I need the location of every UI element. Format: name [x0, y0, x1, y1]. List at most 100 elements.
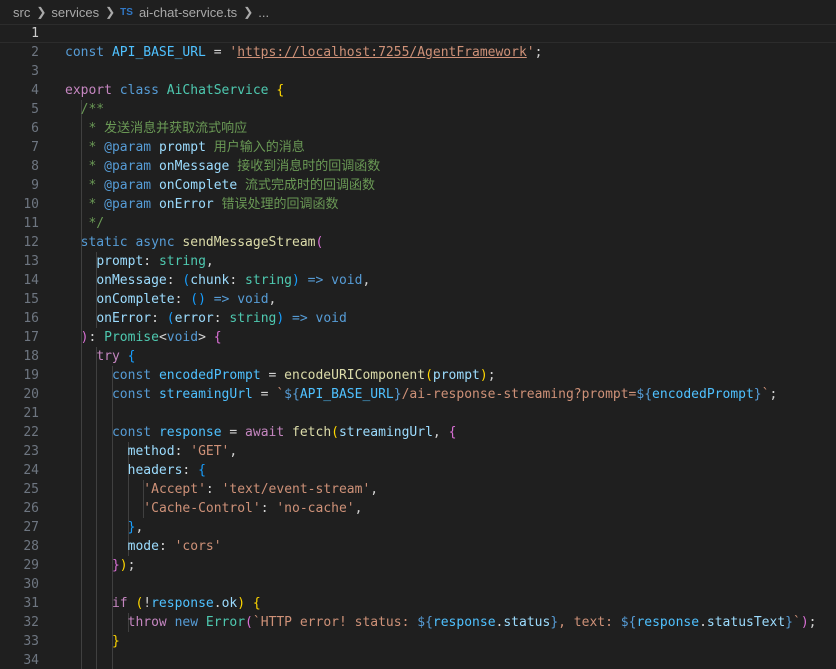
- code-line[interactable]: 28 mode: 'cors': [0, 537, 836, 556]
- code-token: response: [636, 615, 700, 630]
- code-line[interactable]: 2 const API_BASE_URL = 'https://localhost…: [0, 43, 836, 62]
- chevron-right-icon: ❯: [243, 5, 254, 19]
- code-line[interactable]: 14 onMessage: (chunk: string) => void,: [0, 271, 836, 290]
- code-line[interactable]: 3: [0, 62, 836, 81]
- code-token: :: [229, 273, 246, 288]
- line-number[interactable]: 21: [0, 404, 39, 423]
- line-number[interactable]: 25: [0, 480, 39, 499]
- code-line[interactable]: 22 const response = await fetch(streaming…: [0, 423, 836, 442]
- code-line[interactable]: 20 const streamingUrl = `${API_BASE_URL}/…: [0, 385, 836, 404]
- code-token: :: [182, 463, 199, 478]
- indent-guide: [96, 632, 98, 651]
- code-line[interactable]: 13 prompt: string,: [0, 252, 836, 271]
- code-line[interactable]: 30: [0, 575, 836, 594]
- line-number[interactable]: 31: [0, 594, 39, 613]
- line-number[interactable]: 3: [0, 62, 39, 81]
- code-line[interactable]: 12 static async sendMessageStream(: [0, 233, 836, 252]
- code-text: onMessage: (chunk: string) => void,: [96, 271, 370, 290]
- code-token: {: [198, 463, 206, 478]
- code-line[interactable]: 21: [0, 404, 836, 423]
- code-line[interactable]: 1: [0, 24, 836, 43]
- line-number[interactable]: 9: [0, 176, 39, 195]
- line-number[interactable]: 20: [0, 385, 39, 404]
- breadcrumb-symbol-more[interactable]: ...: [258, 5, 269, 20]
- line-number[interactable]: 15: [0, 290, 39, 309]
- line-number[interactable]: 27: [0, 518, 39, 537]
- line-number[interactable]: 32: [0, 613, 39, 632]
- code-line[interactable]: 32 throw new Error(`HTTP error! status: $…: [0, 613, 836, 632]
- line-number[interactable]: 30: [0, 575, 39, 594]
- code-token: 流式完成时的回调函数: [237, 178, 376, 193]
- indent-guide: [80, 347, 82, 366]
- code-token: :: [213, 311, 230, 326]
- code-line[interactable]: 24 headers: {: [0, 461, 836, 480]
- breadcrumb-folder-src[interactable]: src: [13, 5, 30, 20]
- line-number[interactable]: 34: [0, 651, 39, 669]
- line-number[interactable]: 12: [0, 233, 39, 252]
- line-number[interactable]: 4: [0, 81, 39, 100]
- line-number[interactable]: 16: [0, 309, 39, 328]
- line-number[interactable]: 2: [0, 43, 39, 62]
- line-number[interactable]: 19: [0, 366, 39, 385]
- line-number[interactable]: 24: [0, 461, 39, 480]
- breadcrumb-folder-services[interactable]: services: [51, 5, 99, 20]
- line-number[interactable]: 6: [0, 119, 39, 138]
- indent-guide: [80, 404, 82, 423]
- line-number[interactable]: 29: [0, 556, 39, 575]
- code-line[interactable]: 27},: [0, 518, 836, 537]
- code-token: , text:: [558, 615, 621, 630]
- line-number[interactable]: 26: [0, 499, 39, 518]
- code-line[interactable]: 5 /**: [0, 100, 836, 119]
- code-token: *: [80, 178, 105, 193]
- indent-guide: [111, 575, 113, 594]
- code-line[interactable]: 29});: [0, 556, 836, 575]
- line-number[interactable]: 18: [0, 347, 39, 366]
- indent-guide: [111, 518, 113, 537]
- code-line[interactable]: 16 onError: (error: string) => void: [0, 309, 836, 328]
- code-token: ;: [808, 615, 817, 630]
- line-number[interactable]: 13: [0, 252, 39, 271]
- code-token: throw: [127, 615, 175, 630]
- code-line[interactable]: 33}: [0, 632, 836, 651]
- line-number[interactable]: 33: [0, 632, 39, 651]
- code-token: ;: [127, 558, 136, 573]
- line-number[interactable]: 17: [0, 328, 39, 347]
- line-number[interactable]: 22: [0, 423, 39, 442]
- line-number[interactable]: 11: [0, 214, 39, 233]
- line-number[interactable]: 10: [0, 195, 39, 214]
- code-line[interactable]: 26 'Cache-Control': 'no-cache',: [0, 499, 836, 518]
- code-line[interactable]: 11 */: [0, 214, 836, 233]
- line-number[interactable]: 7: [0, 138, 39, 157]
- line-number[interactable]: 1: [0, 24, 39, 43]
- code-token: 错误处理的回调函数: [213, 197, 339, 212]
- code-editor[interactable]: 1 2 const API_BASE_URL = 'https://localhos…: [0, 24, 836, 669]
- code-line[interactable]: 15 onComplete: () => void,: [0, 290, 836, 309]
- line-number[interactable]: 5: [0, 100, 39, 119]
- code-line[interactable]: 9 * @param onComplete 流式完成时的回调函数: [0, 176, 836, 195]
- code-text: ): Promise<void> {: [81, 328, 222, 347]
- code-line[interactable]: 10 * @param onError 错误处理的回调函数: [0, 195, 836, 214]
- code-line[interactable]: 17 ): Promise<void> {: [0, 328, 836, 347]
- code-token: *: [80, 140, 105, 155]
- code-line[interactable]: 25 'Accept': 'text/event-stream',: [0, 480, 836, 499]
- code-token: fetch: [292, 425, 332, 440]
- code-token: status: [503, 615, 551, 630]
- line-number[interactable]: 23: [0, 442, 39, 461]
- code-token: streamingUrl: [338, 425, 433, 440]
- code-line[interactable]: 4 export class AiChatService {: [0, 81, 836, 100]
- code-line[interactable]: 23 method: 'GET',: [0, 442, 836, 461]
- indent-guide: [80, 556, 82, 575]
- line-number[interactable]: 14: [0, 271, 39, 290]
- line-number[interactable]: 28: [0, 537, 39, 556]
- code-line[interactable]: 8 * @param onMessage 接收到消息时的回调函数: [0, 157, 836, 176]
- code-line[interactable]: 7 * @param prompt 用户输入的消息: [0, 138, 836, 157]
- code-line[interactable]: 19 const encodedPrompt = encodeURICompone…: [0, 366, 836, 385]
- code-line[interactable]: 18 try {: [0, 347, 836, 366]
- indent-guide: [96, 423, 98, 442]
- line-number[interactable]: 8: [0, 157, 39, 176]
- code-line[interactable]: 6 * 发送消息并获取流式响应: [0, 119, 836, 138]
- code-line[interactable]: 31 if (!response.ok) {: [0, 594, 836, 613]
- breadcrumb-file[interactable]: ai-chat-service.ts: [139, 5, 237, 20]
- code-line[interactable]: 34: [0, 651, 836, 669]
